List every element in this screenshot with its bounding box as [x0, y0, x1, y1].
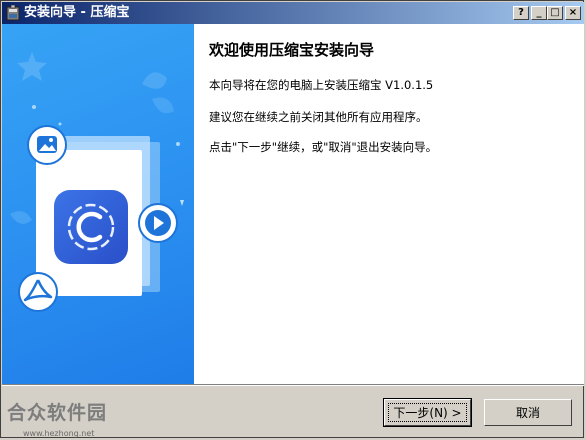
instructions-text: 点击"下一步"继续，或"取消"退出安装向导。	[209, 140, 438, 154]
cancel-button-label: 取消	[515, 406, 540, 420]
welcome-content: 欢迎使用压缩宝安装向导 本向导将在您的电脑上安装压缩宝 V1.0.1.5 建议您…	[2, 24, 584, 384]
help-button[interactable]: ?	[513, 6, 529, 20]
leaf-shape	[152, 97, 174, 114]
close-apps-text: 建议您在继续之前关闭其他所有应用程序。	[209, 110, 428, 124]
leaf-shape	[10, 211, 32, 224]
window-title: 安装向导 - 压缩宝	[24, 5, 130, 20]
sparkle-dot	[180, 200, 184, 206]
installer-icon	[6, 5, 20, 21]
brand-watermark: 合众软件园	[7, 402, 108, 424]
next-button[interactable]: 下一步(N) >	[383, 398, 472, 427]
close-button[interactable]: ×	[565, 6, 581, 20]
footer-divider-highlight	[2, 385, 584, 386]
play-icon	[138, 203, 178, 243]
sparkle-dot	[32, 105, 36, 109]
image-icon	[27, 125, 67, 165]
installer-window: 安装向导 - 压缩宝 ? _ □ × 欢迎使用压缩宝安装向导 本向导将在您的电脑…	[0, 0, 584, 438]
welcome-banner	[2, 24, 194, 384]
app-logo-icon	[54, 190, 128, 264]
install-target-text: 本向导将在您的电脑上安装压缩宝 V1.0.1.5	[209, 78, 434, 92]
minimize-button[interactable]: _	[531, 6, 547, 20]
sparkle-dot	[176, 142, 180, 146]
banner-illustration	[10, 52, 184, 312]
maximize-button[interactable]: □	[547, 6, 563, 20]
page-heading: 欢迎使用压缩宝安装向导	[209, 41, 375, 59]
brand-url: www.hezhong.net	[23, 429, 95, 438]
star-icon	[17, 52, 47, 81]
cancel-button[interactable]: 取消	[484, 399, 572, 426]
leaf-shape	[142, 72, 167, 89]
title-bar[interactable]: 安装向导 - 压缩宝 ? _ □ ×	[2, 2, 584, 24]
next-button-label: 下一步(N) >	[393, 406, 462, 420]
pdf-icon	[18, 272, 58, 312]
sparkle-dot	[58, 122, 62, 126]
